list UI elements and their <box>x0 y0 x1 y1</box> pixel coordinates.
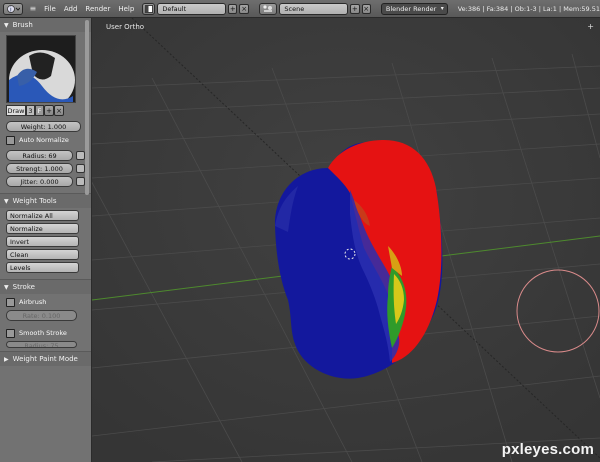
info-editor-icon: i <box>7 4 21 13</box>
jitter-slider[interactable]: Jitter: 0.000 <box>6 176 85 187</box>
stroke-panel-title: Stroke <box>12 283 35 291</box>
airbrush-checkbox-row[interactable]: Airbrush <box>6 296 85 308</box>
remove-brush-icon[interactable]: × <box>54 105 64 116</box>
screen-layout-field[interactable]: Default <box>157 2 227 15</box>
render-engine-select[interactable]: Blender Render ▾ <box>380 2 448 15</box>
tool-shelf-scrollbar[interactable] <box>85 20 89 195</box>
expand-triangle-icon: ▼ <box>4 283 9 291</box>
levels-button[interactable]: Levels <box>6 262 79 273</box>
brush-preview[interactable] <box>6 35 76 103</box>
brush-panel-title: Brush <box>12 21 33 29</box>
normalize-all-button[interactable]: Normalize All <box>6 210 79 221</box>
add-screen-icon[interactable]: + <box>228 3 238 14</box>
radius-label: Radius: 69 <box>22 151 57 160</box>
viewport-properties-icon[interactable]: + <box>587 22 594 31</box>
airbrush-label: Airbrush <box>19 298 47 306</box>
smooth-stroke-label: Smooth Stroke <box>19 329 67 337</box>
viewport-view-label: User Ortho <box>106 23 145 31</box>
expand-triangle-icon: ▼ <box>4 197 9 205</box>
rate-slider[interactable]: Rate: 0.100 <box>6 310 77 321</box>
add-brush-icon[interactable]: + <box>44 105 54 116</box>
menu-help[interactable]: Help <box>118 5 134 13</box>
fake-user-button[interactable]: F <box>35 105 44 116</box>
viewport-scene[interactable] <box>92 18 600 462</box>
weight-paint-mode-title: Weight Paint Mode <box>12 355 78 363</box>
brush-panel-header[interactable]: ▼ Brush <box>0 18 91 32</box>
clean-button[interactable]: Clean <box>6 249 79 260</box>
normalize-button[interactable]: Normalize <box>6 223 79 234</box>
collapse-triangle-icon: ▶ <box>4 355 9 363</box>
menu-add[interactable]: Add <box>64 5 78 13</box>
weight-tools-title: Weight Tools <box>12 197 57 205</box>
menu-collapse-icon[interactable]: ≡ <box>29 4 36 13</box>
smooth-stroke-checkbox[interactable] <box>6 328 15 338</box>
smooth-stroke-checkbox-row[interactable]: Smooth Stroke <box>6 327 85 339</box>
weight-paint-mode-panel-header[interactable]: ▶ Weight Paint Mode <box>0 351 91 366</box>
pressure-strength-icon[interactable] <box>76 164 85 173</box>
scene-field[interactable]: Scene <box>279 2 349 15</box>
remove-scene-icon[interactable]: × <box>361 3 371 14</box>
add-scene-icon[interactable]: + <box>350 3 360 14</box>
render-engine-label: Blender Render <box>385 4 437 13</box>
stroke-panel-header[interactable]: ▼ Stroke <box>0 279 91 294</box>
brush-users-count: 3 <box>26 105 35 116</box>
strength-slider[interactable]: Strengt: 1.000 <box>6 163 85 174</box>
airbrush-checkbox[interactable] <box>6 297 15 307</box>
brush-name-field[interactable]: Draw <box>6 105 26 116</box>
weight-slider[interactable]: Weight: 1.000 <box>6 121 81 132</box>
pressure-radius-icon[interactable] <box>76 151 85 160</box>
screen-layout-icon[interactable] <box>142 2 156 15</box>
smooth-radius-slider[interactable]: Radius: 75 <box>6 341 77 348</box>
radius-slider[interactable]: Radius: 69 <box>6 150 85 161</box>
pressure-jitter-icon[interactable] <box>76 177 85 186</box>
3d-viewport[interactable]: User Ortho + pxleyes.com <box>92 18 600 462</box>
scene-icon[interactable] <box>258 2 278 15</box>
auto-normalize-label: Auto Normalize <box>19 136 69 144</box>
jitter-label: Jitter: 0.000 <box>20 177 59 186</box>
editor-type-button[interactable]: i <box>3 2 24 15</box>
auto-normalize-checkbox[interactable] <box>6 135 15 145</box>
chevron-down-icon: ▾ <box>440 5 444 12</box>
expand-triangle-icon: ▼ <box>4 21 9 29</box>
info-header: i ≡ File Add Render Help Default + × Sce… <box>0 0 600 18</box>
auto-normalize-checkbox-row[interactable]: Auto Normalize <box>6 134 85 146</box>
scene-stats: Ve:386 | Fa:384 | Ob:1-3 | La:1 | Mem:59… <box>457 4 600 13</box>
invert-button[interactable]: Invert <box>6 236 79 247</box>
watermark: pxleyes.com <box>501 441 594 458</box>
remove-screen-icon[interactable]: × <box>239 3 249 14</box>
menu-render[interactable]: Render <box>85 5 110 13</box>
weight-tools-panel-header[interactable]: ▼ Weight Tools <box>0 193 91 208</box>
tool-shelf: ▼ Brush Draw 3 F + × Weight: 1.000 Auto … <box>0 18 92 462</box>
menu-file[interactable]: File <box>44 5 56 13</box>
strength-label: Strengt: 1.000 <box>16 164 63 173</box>
